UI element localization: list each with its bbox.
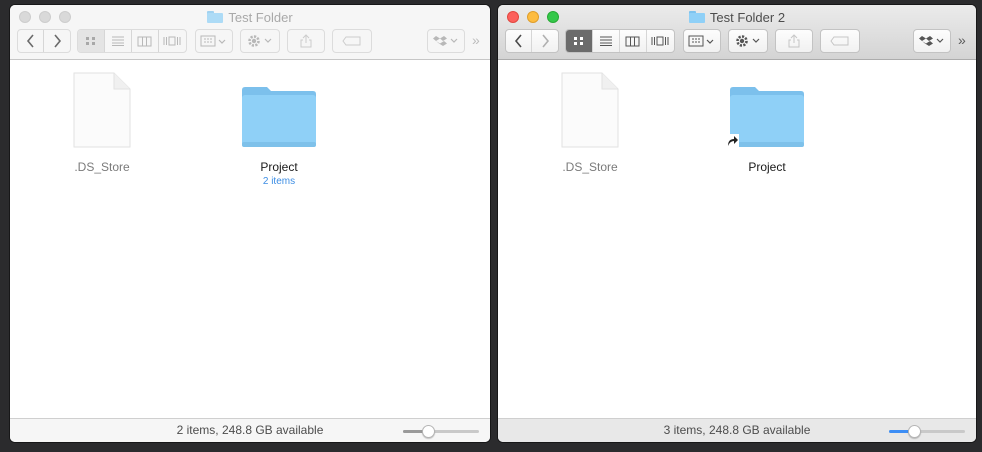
- back-forward-control: [17, 29, 71, 53]
- folder-alias-icon: [725, 86, 805, 148]
- dropbox-icon: [919, 36, 944, 46]
- icon-size-slider[interactable]: [889, 425, 965, 438]
- back-icon: [514, 34, 522, 48]
- back-button[interactable]: [18, 30, 45, 52]
- toolbar: »: [10, 29, 490, 53]
- action-gear-icon: [736, 35, 760, 47]
- folder-icon: [207, 11, 224, 23]
- icon-view-button[interactable]: [566, 30, 593, 52]
- action-button[interactable]: [728, 29, 768, 53]
- titlebar[interactable]: Test Folder »: [10, 5, 490, 60]
- share-button[interactable]: [775, 29, 813, 53]
- action-button[interactable]: [240, 29, 280, 53]
- icon-view-button[interactable]: [78, 30, 105, 52]
- view-mode-control: [565, 29, 675, 53]
- back-icon: [26, 34, 34, 48]
- list-view-icon: [599, 36, 612, 46]
- folder-name: Project: [748, 160, 786, 174]
- column-view-button[interactable]: [132, 30, 159, 52]
- titlebar[interactable]: Test Folder 2 »: [498, 5, 976, 60]
- finder-window-test-folder-2[interactable]: Test Folder 2 » .DS_Store Project 3 item…: [498, 5, 976, 442]
- tags-button[interactable]: [332, 29, 372, 53]
- cover-flow-button[interactable]: [159, 30, 186, 52]
- file-name: .DS_Store: [74, 160, 130, 174]
- slider-knob[interactable]: [421, 425, 435, 438]
- share-button[interactable]: [287, 29, 325, 53]
- status-bar: 3 items, 248.8 GB available: [498, 418, 976, 442]
- folder-item-project[interactable]: Project 2 items: [219, 72, 339, 187]
- dropbox-icon: [433, 36, 458, 46]
- status-text: 3 items, 248.8 GB available: [663, 423, 811, 437]
- folder-name: Project: [260, 160, 298, 174]
- cover-flow-icon: [163, 36, 181, 46]
- list-view-button[interactable]: [593, 30, 621, 52]
- finder-window-test-folder[interactable]: Test Folder » .DS_Store Project 2 items …: [10, 5, 490, 442]
- overflow-icon[interactable]: »: [472, 32, 480, 48]
- list-view-button[interactable]: [105, 30, 133, 52]
- file-name: .DS_Store: [562, 160, 618, 174]
- list-view-icon: [111, 36, 124, 46]
- forward-icon: [541, 34, 549, 48]
- icon-size-slider[interactable]: [403, 425, 479, 438]
- forward-icon: [53, 34, 61, 48]
- share-icon: [300, 34, 312, 48]
- action-gear-icon: [248, 35, 272, 47]
- dropbox-button[interactable]: [913, 29, 951, 53]
- cover-flow-icon: [651, 36, 669, 46]
- file-area[interactable]: .DS_Store Project 2 items: [10, 60, 490, 418]
- file-item-ds-store[interactable]: .DS_Store: [530, 72, 650, 174]
- forward-button[interactable]: [532, 30, 558, 52]
- overflow-icon[interactable]: »: [958, 32, 966, 48]
- column-view-icon: [625, 36, 640, 46]
- window-title: Test Folder: [10, 9, 490, 25]
- window-title-text: Test Folder 2: [709, 9, 786, 25]
- arrange-icon: [200, 35, 226, 47]
- slider-knob[interactable]: [907, 425, 921, 438]
- window-title-text: Test Folder: [228, 9, 293, 25]
- folder-icon: [241, 86, 317, 148]
- icon-view-icon: [85, 37, 95, 45]
- file-area[interactable]: .DS_Store Project: [498, 60, 976, 418]
- forward-button[interactable]: [44, 30, 70, 52]
- alias-arrow-icon: [725, 134, 739, 148]
- view-mode-control: [77, 29, 187, 53]
- status-text: 2 items, 248.8 GB available: [176, 423, 324, 437]
- dropbox-button[interactable]: [427, 29, 465, 53]
- toolbar: »: [498, 29, 976, 53]
- window-title: Test Folder 2: [498, 9, 976, 25]
- arrange-button[interactable]: [195, 29, 233, 53]
- column-view-icon: [137, 36, 152, 46]
- folder-alias-item-project[interactable]: Project: [707, 72, 827, 174]
- back-forward-control: [505, 29, 559, 53]
- icon-view-icon: [573, 37, 583, 45]
- document-icon: [561, 72, 619, 148]
- back-button[interactable]: [506, 30, 533, 52]
- tags-icon: [342, 36, 361, 46]
- file-item-ds-store[interactable]: .DS_Store: [42, 72, 162, 174]
- share-icon: [788, 34, 800, 48]
- column-view-button[interactable]: [620, 30, 647, 52]
- folder-item-count: 2 items: [262, 176, 296, 187]
- arrange-button[interactable]: [683, 29, 721, 53]
- folder-icon: [688, 11, 705, 23]
- arrange-icon: [688, 35, 714, 47]
- status-bar: 2 items, 248.8 GB available: [10, 418, 490, 442]
- tags-button[interactable]: [820, 29, 860, 53]
- tags-icon: [830, 36, 849, 46]
- document-icon: [73, 72, 131, 148]
- cover-flow-button[interactable]: [647, 30, 674, 52]
